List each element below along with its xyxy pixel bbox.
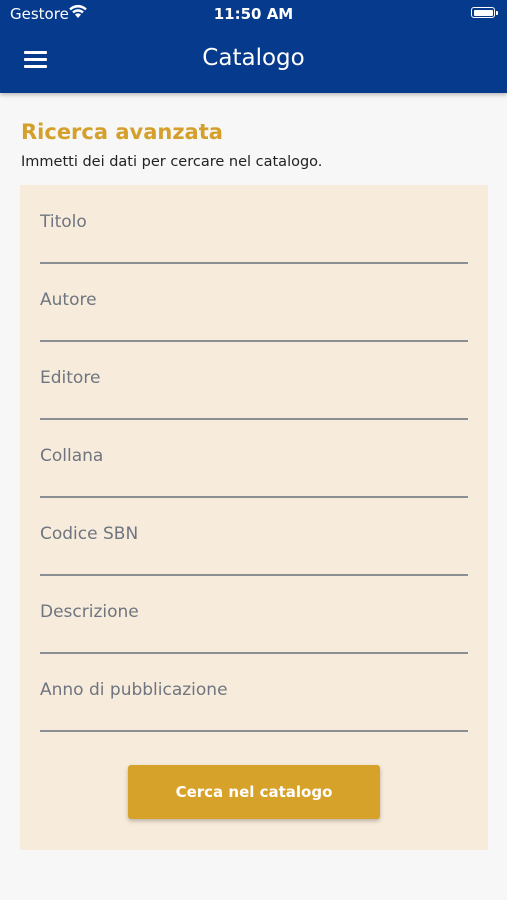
search-catalog-button[interactable]: Cerca nel catalogo xyxy=(128,765,380,819)
author-field-label: Autore xyxy=(40,290,97,310)
title-field-label: Titolo xyxy=(40,212,87,232)
description-field-label: Descrizione xyxy=(40,602,139,622)
status-time: 11:50 AM xyxy=(213,5,294,23)
title-field[interactable]: Titolo xyxy=(40,185,468,264)
series-field[interactable]: Collana xyxy=(40,419,468,498)
publisher-field[interactable]: Editore xyxy=(40,341,468,420)
sbn-code-field[interactable]: Codice SBN xyxy=(40,497,468,576)
publication-year-field-label: Anno di pubblicazione xyxy=(40,680,228,700)
status-bar: Gestore 11:50 AM xyxy=(0,0,507,28)
battery-icon xyxy=(471,7,498,18)
description-field[interactable]: Descrizione xyxy=(40,575,468,654)
publication-year-field[interactable]: Anno di pubblicazione xyxy=(40,653,468,732)
page-title: Catalogo xyxy=(202,45,305,71)
series-field-label: Collana xyxy=(40,446,104,466)
section-subtitle: Immetti dei dati per cercare nel catalog… xyxy=(21,154,323,170)
section-title: Ricerca avanzata xyxy=(21,120,223,144)
publisher-field-label: Editore xyxy=(40,368,101,388)
author-field[interactable]: Autore xyxy=(40,263,468,342)
sbn-code-field-label: Codice SBN xyxy=(40,524,139,544)
field-underline xyxy=(40,730,468,732)
app-header: Gestore 11:50 AM Catalogo xyxy=(0,0,507,93)
advanced-search-form: Titolo Autore Editore Collana Codice SBN… xyxy=(20,185,488,850)
